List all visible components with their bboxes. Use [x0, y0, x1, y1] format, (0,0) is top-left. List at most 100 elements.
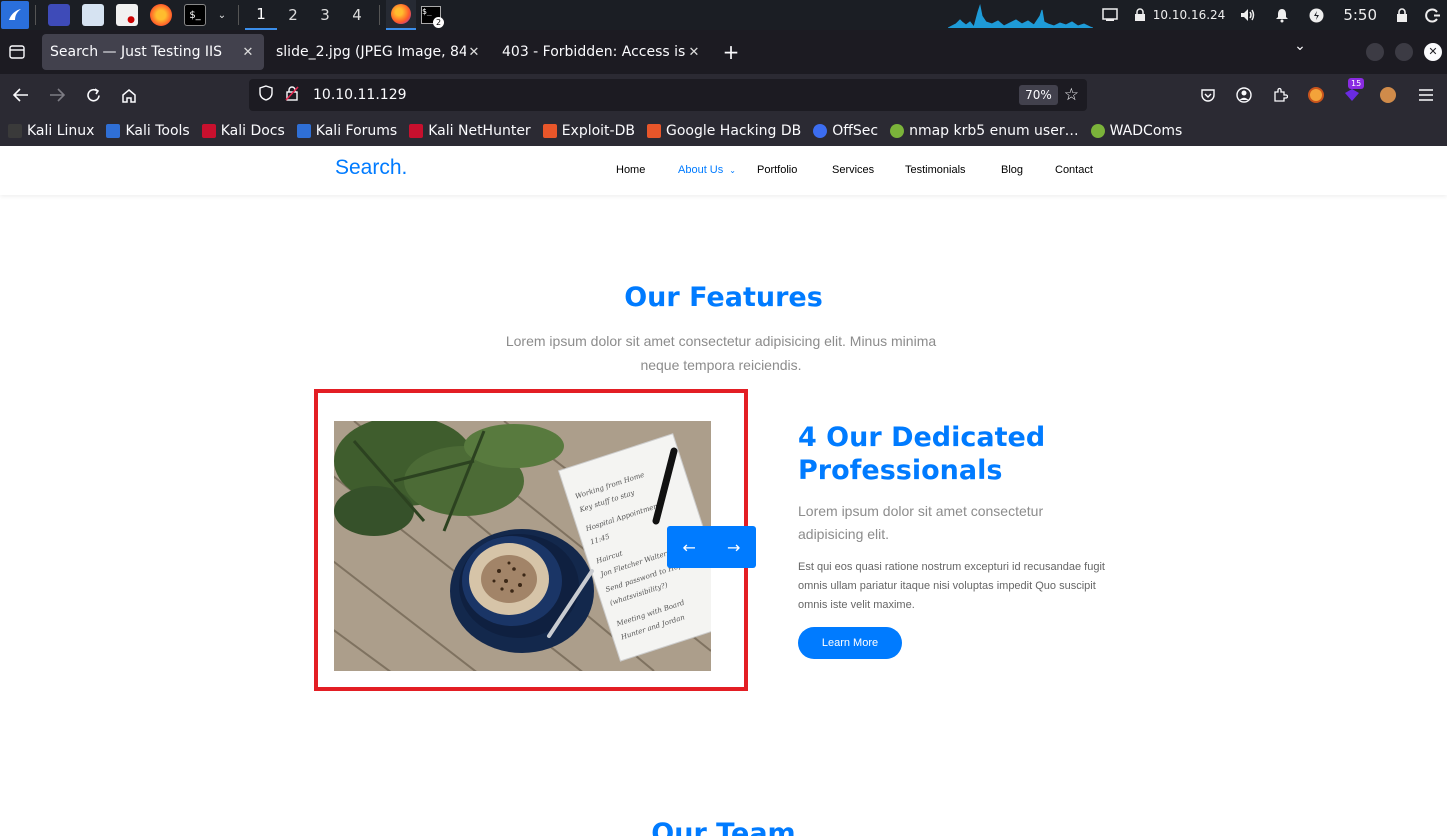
power-status-icon[interactable]: [1299, 0, 1333, 30]
extension-foxyproxy-button[interactable]: [1298, 77, 1334, 113]
bookmark-kali-nethunter[interactable]: Kali NetHunter: [409, 123, 531, 139]
account-button[interactable]: [1226, 77, 1262, 113]
nmap-icon: [890, 124, 905, 138]
bookmark-wadcoms[interactable]: WADComs: [1090, 123, 1182, 139]
tab-search[interactable]: Search — Just Testing IIS ✕: [42, 34, 264, 70]
kali-forums-icon: [296, 124, 311, 138]
bookmark-exploit-db[interactable]: Exploit-DB: [542, 123, 635, 139]
kali-docs-icon: [201, 124, 216, 138]
extension-count-badge: 15: [1348, 78, 1365, 89]
tab-label: Search — Just Testing IIS: [50, 44, 223, 60]
desktop-icon[interactable]: [48, 4, 70, 26]
notification-bell-icon[interactable]: [1265, 0, 1299, 30]
new-tab-button[interactable]: +: [716, 37, 746, 67]
bookmark-kali-forums[interactable]: Kali Forums: [296, 123, 398, 139]
kali-menu-icon[interactable]: [1, 1, 29, 29]
firefox-launcher-icon[interactable]: [150, 4, 172, 26]
firefox-view-button[interactable]: [0, 35, 34, 69]
text-editor-icon[interactable]: ●: [116, 4, 138, 26]
slider-prev-button[interactable]: ←: [667, 526, 712, 568]
firefox-view-icon: [9, 45, 25, 59]
shield-icon[interactable]: [255, 85, 277, 105]
system-taskbar: ● $_ ⌄ 1 2 3 4 $_ 2 10.10.16.24 5:50: [0, 0, 1447, 30]
firefox-icon: [391, 4, 411, 24]
network-icon[interactable]: [1093, 0, 1127, 30]
pocket-button[interactable]: [1190, 77, 1226, 113]
hamburger-menu-icon: [1419, 89, 1433, 101]
tab-slide-image[interactable]: slide_2.jpg (JPEG Image, 842 ✕: [268, 34, 490, 70]
minimize-window-button[interactable]: [1366, 43, 1384, 61]
bookmarks-toolbar: Kali Linux Kali Tools Kali Docs Kali For…: [0, 116, 1447, 146]
workspace-1[interactable]: 1: [245, 0, 277, 30]
nav-blog[interactable]: Blog: [1001, 164, 1055, 176]
nav-about-us[interactable]: About Us ⌄: [678, 164, 757, 176]
volume-icon[interactable]: [1231, 0, 1265, 30]
extension-cookie-button[interactable]: [1370, 77, 1406, 113]
bookmark-kali-linux[interactable]: Kali Linux: [8, 123, 94, 139]
bookmark-google-hacking-db[interactable]: Google Hacking DB: [646, 123, 802, 139]
taskbar-divider: [238, 5, 239, 25]
bookmark-label: Kali NetHunter: [428, 123, 531, 139]
nav-portfolio[interactable]: Portfolio: [757, 164, 832, 176]
tab-forbidden[interactable]: 403 - Forbidden: Access is de ✕: [494, 34, 710, 70]
page-viewport: Search. Home About Us ⌄ Portfolio Service…: [0, 146, 1447, 836]
insecure-lock-icon[interactable]: [281, 85, 303, 105]
app-menu-button[interactable]: [1408, 77, 1444, 113]
forward-arrow-icon: [50, 88, 65, 102]
site-logo[interactable]: Search.: [335, 156, 407, 180]
terminal-launcher-icon[interactable]: $_: [184, 4, 206, 26]
bookmark-label: Kali Forums: [315, 123, 398, 139]
vpn-lock-icon[interactable]: [1127, 0, 1153, 30]
url-bar[interactable]: 10.10.11.129 70% ☆: [249, 79, 1087, 111]
forward-button[interactable]: [39, 77, 75, 113]
back-button[interactable]: [3, 77, 39, 113]
firefox-window-button[interactable]: [386, 0, 416, 30]
maximize-window-button[interactable]: [1395, 43, 1413, 61]
window-count-badge: 2: [433, 17, 444, 28]
zoom-level-button[interactable]: 70%: [1019, 85, 1058, 105]
back-arrow-icon: [13, 88, 28, 102]
bookmark-nmap-krb5[interactable]: nmap krb5 enum user…: [890, 123, 1079, 139]
cookie-icon: [1380, 87, 1396, 103]
bookmark-offsec[interactable]: OffSec: [813, 123, 878, 139]
url-text[interactable]: 10.10.11.129: [313, 87, 1019, 103]
reload-icon: [86, 87, 100, 101]
terminal-window-button[interactable]: $_ 2: [416, 0, 446, 30]
extensions-button[interactable]: [1262, 77, 1298, 113]
exploit-db-icon: [542, 124, 557, 138]
learn-more-button[interactable]: Learn More: [798, 627, 902, 659]
slider-next-button[interactable]: →: [712, 526, 757, 568]
logout-icon[interactable]: [1417, 0, 1447, 30]
chevron-down-icon[interactable]: ⌄: [216, 4, 228, 26]
feature-title: 4 Our Dedicated Professionals: [798, 422, 1046, 486]
nav-home[interactable]: Home: [616, 164, 678, 176]
features-lead: Lorem ipsum dolor sit amet consectetur a…: [505, 333, 937, 373]
bookmark-kali-tools[interactable]: Kali Tools: [106, 123, 190, 139]
bookmark-kali-docs[interactable]: Kali Docs: [201, 123, 285, 139]
offsec-icon: [813, 124, 828, 138]
reload-button[interactable]: [75, 77, 111, 113]
close-tab-icon[interactable]: ✕: [466, 45, 482, 60]
team-title: Our Team: [651, 818, 796, 836]
network-graph: [948, 2, 1093, 28]
close-tab-icon[interactable]: ✕: [240, 45, 256, 60]
site-header: Search. Home About Us ⌄ Portfolio Service…: [0, 146, 1447, 195]
close-tab-icon[interactable]: ✕: [686, 45, 702, 60]
lock-screen-icon[interactable]: [1387, 0, 1417, 30]
file-manager-icon[interactable]: [82, 4, 104, 26]
nav-testimonials[interactable]: Testimonials: [905, 164, 1001, 176]
workspace-3[interactable]: 3: [309, 0, 341, 30]
bookmark-star-icon[interactable]: ☆: [1064, 85, 1079, 105]
nav-services[interactable]: Services: [832, 164, 905, 176]
bookmark-label: Google Hacking DB: [665, 123, 802, 139]
workspace-2[interactable]: 2: [277, 0, 309, 30]
feature-slide-image: Working from Home Key stuff to stay Hosp…: [334, 421, 711, 671]
list-all-tabs-icon[interactable]: ⌄: [1288, 38, 1312, 54]
workspace-4[interactable]: 4: [341, 0, 373, 30]
nav-contact[interactable]: Contact: [1055, 164, 1093, 176]
home-icon: [122, 88, 136, 103]
bookmark-label: Kali Docs: [220, 123, 285, 139]
home-button[interactable]: [111, 77, 147, 113]
features-title: Our Features: [624, 282, 823, 313]
close-window-button[interactable]: ✕: [1424, 43, 1442, 61]
